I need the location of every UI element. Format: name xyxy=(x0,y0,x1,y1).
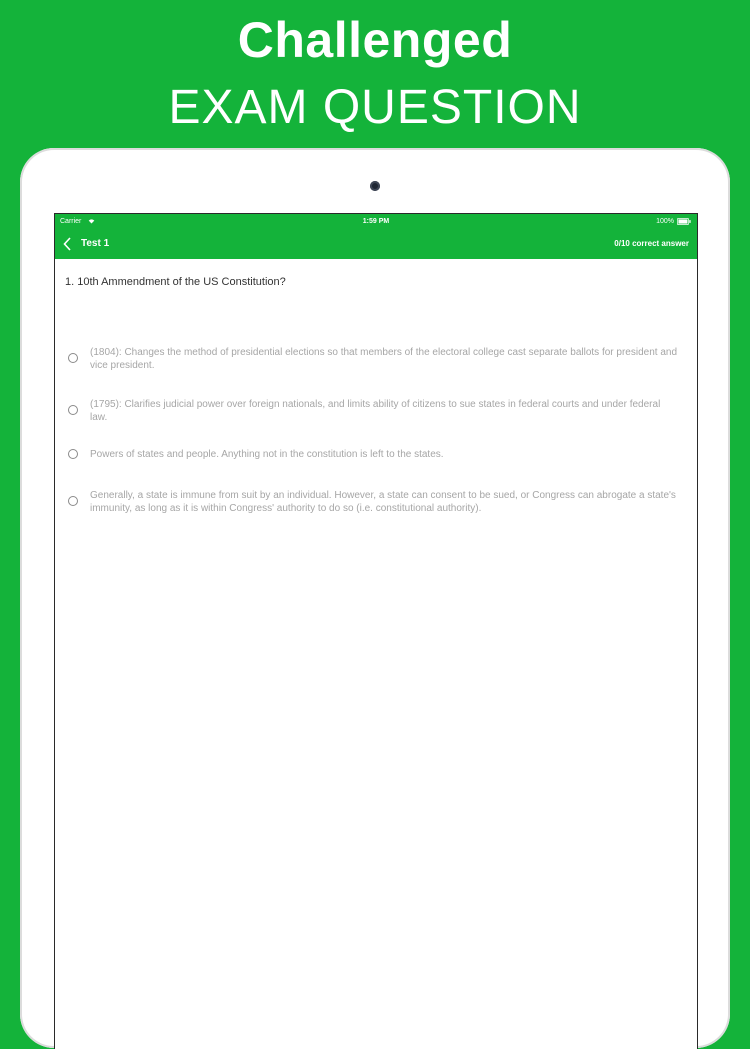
status-time: 1:59 PM xyxy=(362,218,390,225)
nav-title: Test 1 xyxy=(81,238,110,249)
radio-button[interactable] xyxy=(68,496,78,506)
camera-icon xyxy=(370,181,380,191)
app-screen: Carrier 1:59 PM 100% Test 1 0/10 correct… xyxy=(54,213,698,1049)
chevron-left-icon xyxy=(63,237,71,251)
promo-subtitle: EXAM QUESTION xyxy=(168,81,582,134)
answer-option-text: (1795): Clarifies judicial power over fo… xyxy=(90,399,661,423)
back-button[interactable]: Test 1 xyxy=(60,229,130,259)
radio-button[interactable] xyxy=(68,353,78,363)
navigation-bar: Test 1 0/10 correct answer xyxy=(55,229,697,259)
radio-button[interactable] xyxy=(68,449,78,459)
status-bar: Carrier 1:59 PM 100% xyxy=(55,214,697,229)
promo-header: Challenged EXAM QUESTION xyxy=(0,0,750,150)
score-label: 0/10 correct answer xyxy=(614,239,689,248)
answer-option-text: (1804): Changes the method of presidenti… xyxy=(90,347,678,371)
battery-percentage: 100% xyxy=(656,218,674,225)
answer-option-text: Powers of states and people. Anything no… xyxy=(90,449,444,460)
question-text: 1. 10th Ammendment of the US Constitutio… xyxy=(65,276,286,288)
battery-icon xyxy=(677,218,691,225)
radio-button[interactable] xyxy=(68,405,78,415)
promo-title: Challenged xyxy=(237,12,513,68)
tablet-frame: Carrier 1:59 PM 100% Test 1 0/10 correct… xyxy=(20,148,730,1049)
answer-option-text: Generally, a state is immune from suit b… xyxy=(90,490,676,514)
